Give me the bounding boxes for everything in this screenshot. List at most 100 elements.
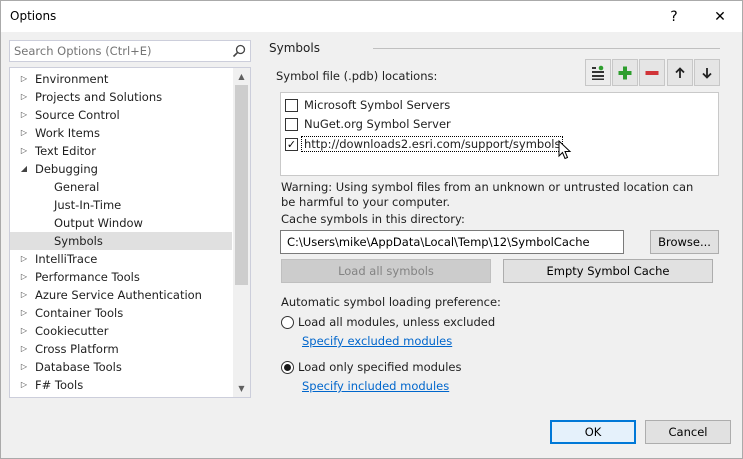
locations-label: Symbol file (.pdb) locations: xyxy=(276,69,438,83)
load-all-modules-label[interactable]: Load all modules, unless excluded xyxy=(298,315,495,329)
tree-item[interactable]: ▷ Text Editor xyxy=(10,142,232,160)
tree-item[interactable]: ▷ Projects and Solutions xyxy=(10,88,232,106)
cache-label: Cache symbols in this directory: xyxy=(281,212,465,226)
tree-item[interactable]: ◢ Debugging xyxy=(10,160,232,178)
move-up-icon xyxy=(675,66,685,78)
tree-item[interactable]: Output Window xyxy=(10,214,232,232)
search-icon[interactable] xyxy=(231,43,247,59)
collapsed-arrow-icon[interactable]: ▷ xyxy=(19,88,29,106)
tree-item-label: Performance Tools xyxy=(35,270,140,284)
tree-item-label: Environment xyxy=(35,72,109,86)
browse-button[interactable]: Browse... xyxy=(650,230,719,254)
section-divider xyxy=(373,48,720,49)
tree-item[interactable]: ▷ Azure Service Authentication xyxy=(10,286,232,304)
collapsed-arrow-icon[interactable]: ▷ xyxy=(19,70,29,88)
cancel-button[interactable]: Cancel xyxy=(645,420,731,444)
cache-directory-field xyxy=(280,230,624,254)
filter-list-icon xyxy=(592,65,604,80)
collapsed-arrow-icon[interactable]: ▷ xyxy=(19,142,29,160)
tree-item[interactable]: ▷ F# Tools xyxy=(10,376,232,394)
tree-item-label: Database Tools xyxy=(35,360,122,374)
collapsed-arrow-icon[interactable]: ▷ xyxy=(19,376,29,394)
tree-item-label: Azure Service Authentication xyxy=(35,288,202,302)
expanded-arrow-icon[interactable]: ◢ xyxy=(19,160,29,178)
location-label[interactable]: http://downloads2.esri.com/support/symbo… xyxy=(300,136,564,152)
options-tree: ▷ Environment ▷ Projects and Solutions ▷ Sour… xyxy=(9,67,251,398)
tree-item-label: Debugging xyxy=(35,162,98,176)
collapsed-arrow-icon[interactable]: ▷ xyxy=(19,106,29,124)
scroll-up-button[interactable]: ▲ xyxy=(233,68,250,85)
collapsed-arrow-icon[interactable]: ▷ xyxy=(19,322,29,340)
location-label: Microsoft Symbol Servers xyxy=(304,98,451,112)
specify-excluded-modules-link[interactable]: Specify excluded modules xyxy=(302,334,452,348)
load-specified-modules-label[interactable]: Load only specified modules xyxy=(298,360,461,374)
tree-item[interactable]: ▷ Work Items xyxy=(10,124,232,142)
location-item[interactable]: Microsoft Symbol Servers xyxy=(285,96,450,114)
ok-button[interactable]: OK xyxy=(550,420,636,444)
location-item[interactable]: NuGet.org Symbol Server xyxy=(285,115,451,133)
tree-item-label: Cookiecutter xyxy=(35,324,109,338)
collapsed-arrow-icon[interactable]: ▷ xyxy=(19,268,29,286)
tree-item[interactable]: ▷ Cross Platform xyxy=(10,340,232,358)
move-down-icon xyxy=(702,67,712,79)
add-icon xyxy=(618,66,632,79)
filter-button[interactable] xyxy=(585,59,611,86)
tree-item-label: Output Window xyxy=(54,216,143,230)
tree-item[interactable]: General xyxy=(10,178,232,196)
move-up-button[interactable] xyxy=(667,59,693,86)
search-input[interactable] xyxy=(10,41,230,61)
mouse-cursor-icon xyxy=(558,140,572,160)
tree-scrollbar[interactable]: ▲ ▼ xyxy=(233,68,250,397)
tree-item-label: Text Editor xyxy=(35,144,96,158)
radio-selected-dot xyxy=(284,364,291,371)
load-specified-modules-radio[interactable] xyxy=(281,361,294,374)
tree-item[interactable]: ▷ Environment xyxy=(10,70,232,88)
tree-item-label: Container Tools xyxy=(35,306,124,320)
location-checkbox[interactable] xyxy=(285,98,298,112)
location-checkbox[interactable] xyxy=(285,117,298,131)
symbol-locations-list: Microsoft Symbol Servers NuGet.org Symbo… xyxy=(280,92,719,176)
tree-item[interactable]: ▷ Cookiecutter xyxy=(10,322,232,340)
help-button[interactable]: ? xyxy=(651,1,697,32)
collapsed-arrow-icon[interactable]: ▷ xyxy=(19,286,29,304)
collapsed-arrow-icon[interactable]: ▷ xyxy=(19,358,29,376)
collapsed-arrow-icon[interactable]: ▷ xyxy=(19,250,29,268)
location-checkbox-checked[interactable]: ✓ xyxy=(285,137,298,151)
tree-item-label: Work Items xyxy=(35,126,100,140)
specify-included-modules-link[interactable]: Specify included modules xyxy=(302,379,449,393)
close-button[interactable]: ✕ xyxy=(697,1,743,32)
cache-directory-input[interactable] xyxy=(281,231,623,253)
tree-item-label: Cross Platform xyxy=(35,342,119,356)
tree-item-label: Projects and Solutions xyxy=(35,90,163,104)
options-dialog: Options ? ✕ ▷ Environment ▷ Projects and So… xyxy=(0,0,743,459)
tree-item-label: F# Tools xyxy=(35,378,84,392)
scroll-thumb[interactable] xyxy=(235,85,248,285)
collapsed-arrow-icon[interactable]: ▷ xyxy=(19,340,29,358)
tree-item-label: General xyxy=(54,180,100,194)
location-label: NuGet.org Symbol Server xyxy=(304,117,451,131)
tree-item[interactable]: ▷ Performance Tools xyxy=(10,268,232,286)
remove-location-button[interactable] xyxy=(639,59,665,86)
load-all-modules-radio[interactable] xyxy=(281,316,294,329)
add-location-button[interactable] xyxy=(612,59,638,86)
load-all-symbols-button[interactable]: Load all symbols xyxy=(281,259,491,283)
tree-item-label: IntelliTrace xyxy=(35,252,98,266)
tree-item[interactable]: ▷ Source Control xyxy=(10,106,232,124)
scroll-down-button[interactable]: ▼ xyxy=(233,380,250,397)
dialog-title: Options xyxy=(10,9,57,23)
collapsed-arrow-icon[interactable]: ▷ xyxy=(19,304,29,322)
move-down-button[interactable] xyxy=(694,59,720,86)
tree-item[interactable]: Just-In-Time xyxy=(10,196,232,214)
tree-item[interactable]: ▷ IntelliTrace xyxy=(10,250,232,268)
tree-item[interactable]: Symbols xyxy=(10,232,232,250)
empty-symbol-cache-button[interactable]: Empty Symbol Cache xyxy=(503,259,713,283)
title-bar: Options ? ✕ xyxy=(1,1,742,32)
loading-preference-label: Automatic symbol loading preference: xyxy=(281,295,501,309)
location-item[interactable]: ✓ http://downloads2.esri.com/support/sym… xyxy=(285,135,564,153)
tree-item-label: Source Control xyxy=(35,108,120,122)
tree-item[interactable]: ▷ Database Tools xyxy=(10,358,232,376)
tree-item[interactable]: ▷ Container Tools xyxy=(10,304,232,322)
section-title: Symbols xyxy=(269,41,320,55)
remove-icon xyxy=(645,70,659,75)
collapsed-arrow-icon[interactable]: ▷ xyxy=(19,124,29,142)
